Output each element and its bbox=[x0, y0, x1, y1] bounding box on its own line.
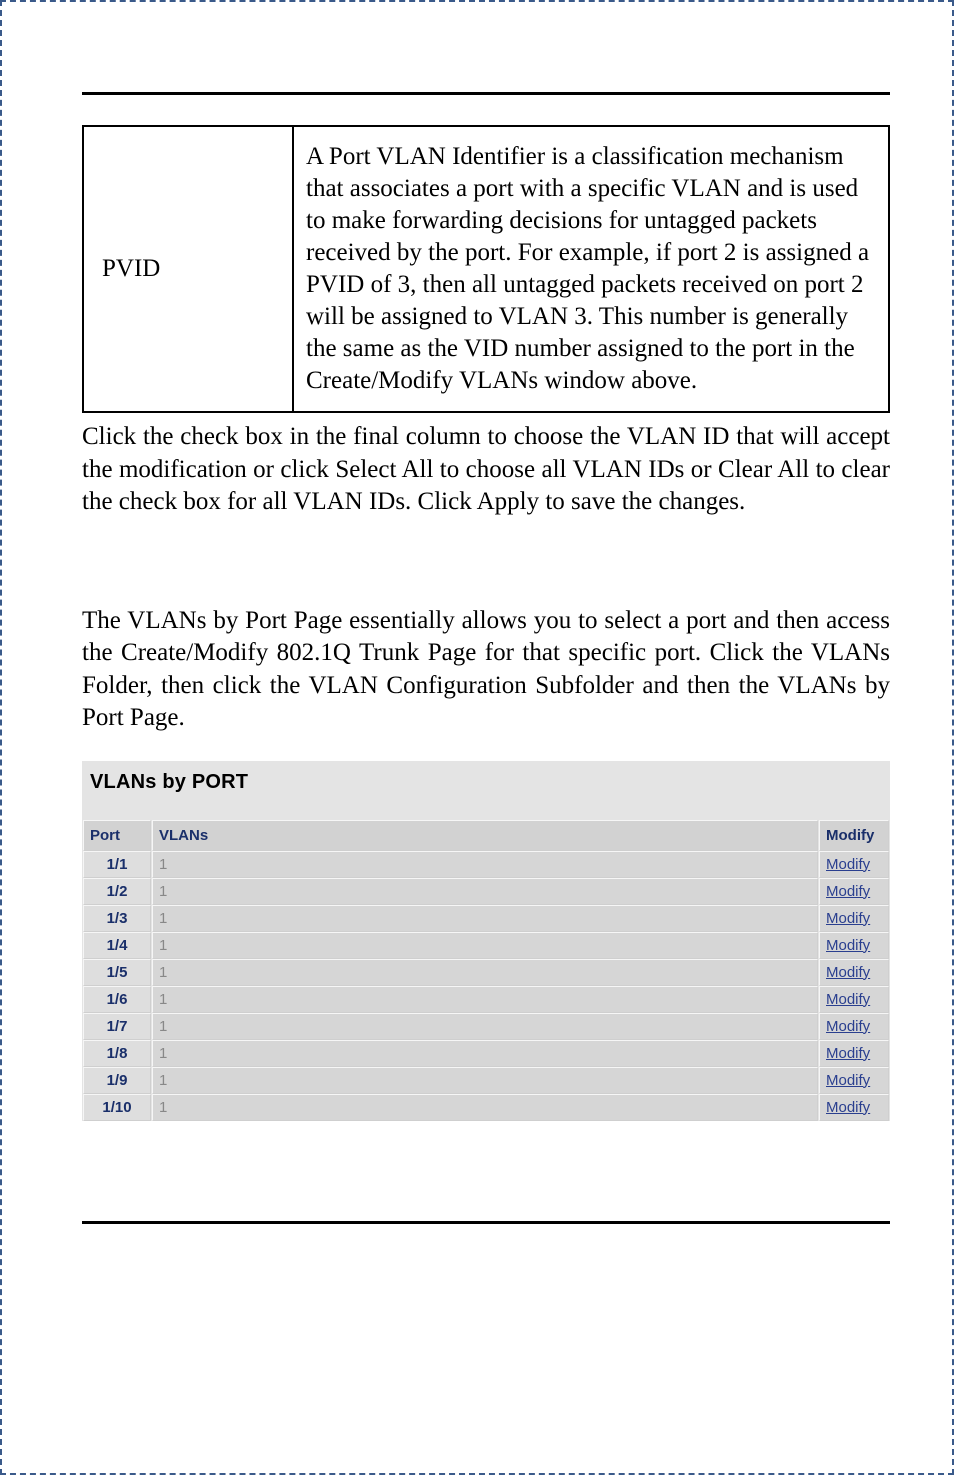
table-row: 1/4 1 Modify bbox=[83, 932, 889, 959]
cell-vlans: 1 bbox=[152, 1094, 818, 1121]
definition-row: PVID A Port VLAN Identifier is a classif… bbox=[83, 126, 889, 412]
table-row: 1/1 1 Modify bbox=[83, 851, 889, 878]
page-content: PVID A Port VLAN Identifier is a classif… bbox=[2, 2, 952, 1332]
modify-link[interactable]: Modify bbox=[826, 1018, 870, 1035]
cell-vlans: 1 bbox=[152, 932, 818, 959]
cell-modify: Modify bbox=[819, 905, 889, 932]
cell-vlans: 1 bbox=[152, 878, 818, 905]
table-row: 1/9 1 Modify bbox=[83, 1067, 889, 1094]
column-header-modify: Modify bbox=[819, 820, 889, 851]
definition-term-cell: PVID bbox=[83, 126, 293, 412]
modify-link[interactable]: Modify bbox=[826, 1099, 870, 1116]
cell-port: 1/5 bbox=[83, 959, 151, 986]
screenshot-title: VLANs by PORT bbox=[82, 761, 890, 820]
cell-modify: Modify bbox=[819, 1040, 889, 1067]
cell-vlans: 1 bbox=[152, 905, 818, 932]
vlans-by-port-table: Port VLANs Modify 1/1 1 Modify 1/2 1 Mod… bbox=[82, 820, 890, 1121]
table-row: 1/5 1 Modify bbox=[83, 959, 889, 986]
section-spacer bbox=[82, 545, 890, 605]
cell-modify: Modify bbox=[819, 959, 889, 986]
cell-port: 1/1 bbox=[83, 851, 151, 878]
cell-vlans: 1 bbox=[152, 1040, 818, 1067]
modify-link[interactable]: Modify bbox=[826, 910, 870, 927]
footer-spacer bbox=[82, 1224, 890, 1272]
cell-modify: Modify bbox=[819, 1094, 889, 1121]
cell-modify: Modify bbox=[819, 986, 889, 1013]
modify-link[interactable]: Modify bbox=[826, 1045, 870, 1062]
cell-modify: Modify bbox=[819, 932, 889, 959]
table-row: 1/7 1 Modify bbox=[83, 1013, 889, 1040]
modify-link[interactable]: Modify bbox=[826, 964, 870, 981]
vlans-by-port-screenshot: VLANs by PORT Port VLANs Modify 1/1 1 Mo… bbox=[82, 761, 890, 1121]
table-header-row: Port VLANs Modify bbox=[83, 820, 889, 851]
modify-link[interactable]: Modify bbox=[826, 1072, 870, 1089]
cell-port: 1/7 bbox=[83, 1013, 151, 1040]
table-row: 1/8 1 Modify bbox=[83, 1040, 889, 1067]
modify-link[interactable]: Modify bbox=[826, 991, 870, 1008]
cell-vlans: 1 bbox=[152, 959, 818, 986]
cell-modify: Modify bbox=[819, 851, 889, 878]
cell-modify: Modify bbox=[819, 1013, 889, 1040]
paragraph-instructions: Click the check box in the final column … bbox=[82, 421, 890, 519]
table-row: 1/2 1 Modify bbox=[83, 878, 889, 905]
modify-link[interactable]: Modify bbox=[826, 856, 870, 873]
cell-port: 1/8 bbox=[83, 1040, 151, 1067]
cell-vlans: 1 bbox=[152, 851, 818, 878]
cell-vlans: 1 bbox=[152, 1067, 818, 1094]
vlans-table-body: 1/1 1 Modify 1/2 1 Modify 1/3 1 Modify 1… bbox=[83, 851, 889, 1121]
cell-port: 1/6 bbox=[83, 986, 151, 1013]
cell-port: 1/9 bbox=[83, 1067, 151, 1094]
definition-table: PVID A Port VLAN Identifier is a classif… bbox=[82, 125, 890, 413]
cell-modify: Modify bbox=[819, 878, 889, 905]
cell-port: 1/4 bbox=[83, 932, 151, 959]
table-row: 1/10 1 Modify bbox=[83, 1094, 889, 1121]
cell-vlans: 1 bbox=[152, 986, 818, 1013]
cell-port: 1/10 bbox=[83, 1094, 151, 1121]
cell-port: 1/3 bbox=[83, 905, 151, 932]
modify-link[interactable]: Modify bbox=[826, 883, 870, 900]
table-row: 1/6 1 Modify bbox=[83, 986, 889, 1013]
column-header-vlans: VLANs bbox=[152, 820, 818, 851]
table-row: 1/3 1 Modify bbox=[83, 905, 889, 932]
cell-vlans: 1 bbox=[152, 1013, 818, 1040]
paragraph-vlans-by-port: The VLANs by Port Page essentially allow… bbox=[82, 605, 890, 735]
definition-description-cell: A Port VLAN Identifier is a classificati… bbox=[293, 126, 889, 412]
column-header-port: Port bbox=[83, 820, 151, 851]
cell-modify: Modify bbox=[819, 1067, 889, 1094]
modify-link[interactable]: Modify bbox=[826, 937, 870, 954]
top-horizontal-rule bbox=[82, 92, 890, 95]
cell-port: 1/2 bbox=[83, 878, 151, 905]
